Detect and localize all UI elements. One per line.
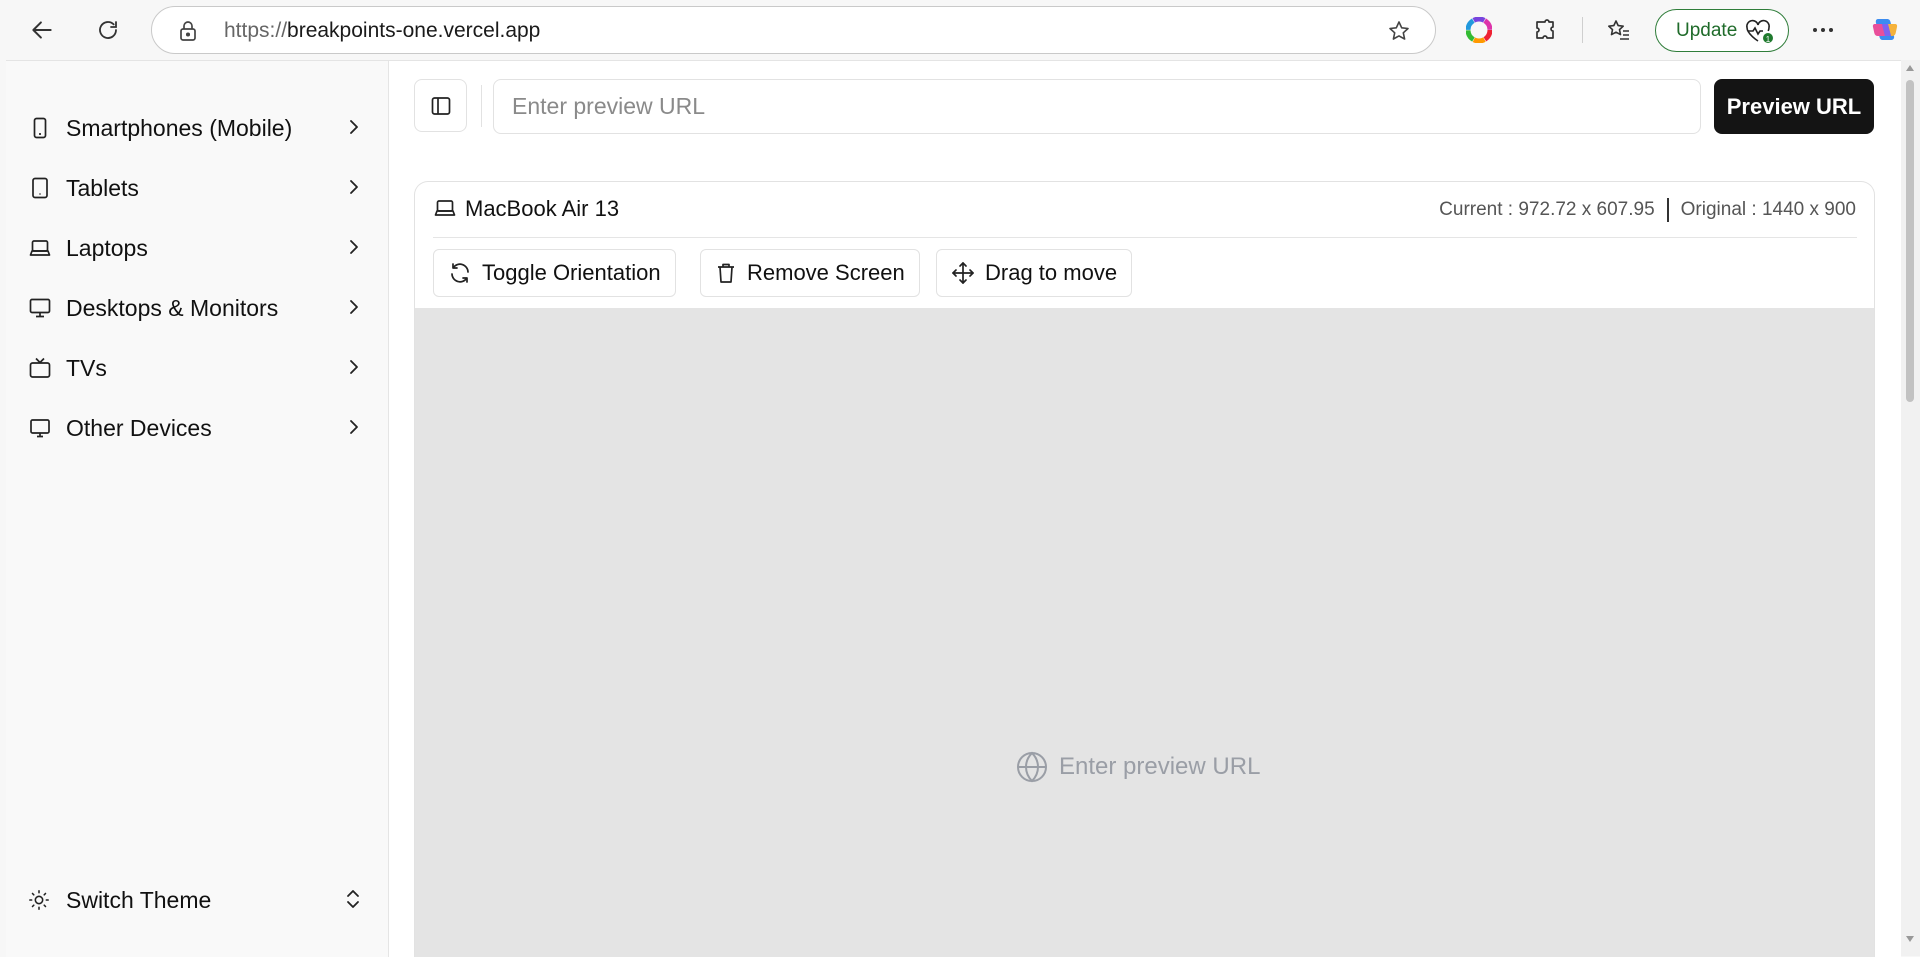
device-card-header: MacBook Air 13 Current : 972.72 x 607.95… bbox=[415, 182, 1874, 237]
tv-icon bbox=[29, 357, 51, 378]
extensions-button[interactable] bbox=[1525, 10, 1565, 50]
header-divider bbox=[433, 237, 1857, 238]
sun-icon bbox=[29, 890, 49, 910]
favorites-button[interactable] bbox=[1599, 10, 1639, 50]
preview-url-button[interactable]: Preview URL bbox=[1714, 79, 1874, 134]
preview-url-input[interactable] bbox=[493, 79, 1701, 134]
device-dimensions: Current : 972.72 x 607.95 Original : 144… bbox=[1439, 198, 1856, 222]
toolbar-separator bbox=[481, 85, 482, 127]
remove-screen-label: Remove Screen bbox=[747, 260, 905, 285]
original-dimensions: Original : 1440 x 900 bbox=[1680, 199, 1856, 220]
heartbeat-icon: 1 bbox=[1746, 19, 1773, 44]
toggle-sidebar-button[interactable] bbox=[414, 79, 467, 132]
switch-theme-label: Switch Theme bbox=[66, 887, 212, 913]
laptop-icon bbox=[434, 200, 456, 216]
chevrons-up-down-icon bbox=[347, 890, 359, 908]
drag-to-move-label: Drag to move bbox=[985, 260, 1118, 285]
more-dots-icon bbox=[1813, 28, 1833, 32]
sidebar-item-label: Laptops bbox=[66, 235, 148, 261]
toggle-orientation-button[interactable]: Toggle Orientation bbox=[433, 249, 676, 297]
current-dimensions: Current : 972.72 x 607.95 bbox=[1439, 199, 1655, 220]
app-window: Smartphones (Mobile) Tablets Laptops Des… bbox=[6, 60, 1901, 957]
chevron-right-icon bbox=[350, 120, 358, 134]
color-extension-button[interactable] bbox=[1459, 10, 1499, 50]
address-url: https://breakpoints-one.vercel.app bbox=[224, 19, 540, 43]
device-name: MacBook Air 13 bbox=[465, 196, 620, 221]
trash-icon bbox=[718, 263, 734, 283]
browser-toolbar: https://breakpoints-one.vercel.app Updat… bbox=[0, 0, 1920, 60]
sidebar-item-desktops[interactable]: Desktops & Monitors bbox=[6, 279, 389, 335]
reload-icon bbox=[99, 21, 117, 39]
smartphone-icon bbox=[33, 117, 47, 139]
preview-url-label: Preview URL bbox=[1726, 93, 1862, 119]
url-scheme: https:// bbox=[224, 19, 288, 42]
switch-theme-button[interactable]: Switch Theme bbox=[6, 871, 389, 927]
svg-text:1: 1 bbox=[1766, 35, 1771, 44]
page-scrollbar[interactable] bbox=[1901, 60, 1920, 956]
device-screen-viewport: Enter preview URL bbox=[415, 308, 1874, 957]
sidebar-panel-icon bbox=[431, 96, 450, 115]
tablet-icon bbox=[32, 177, 48, 199]
sidebar-item-label: Tablets bbox=[66, 175, 139, 201]
sidebar-item-other-devices[interactable]: Other Devices bbox=[6, 399, 389, 455]
empty-preview-message: Enter preview URL bbox=[1015, 750, 1260, 784]
globe-icon bbox=[1017, 751, 1047, 783]
url-host: breakpoints-one.vercel.app bbox=[287, 19, 541, 42]
move-arrows-icon bbox=[952, 262, 974, 284]
sidebar-item-label: Smartphones (Mobile) bbox=[66, 115, 293, 141]
scrollbar-thumb[interactable] bbox=[1906, 80, 1914, 402]
sidebar-item-label: TVs bbox=[66, 355, 107, 381]
toggle-orientation-label: Toggle Orientation bbox=[482, 260, 661, 285]
address-bar[interactable]: https://breakpoints-one.vercel.app bbox=[151, 6, 1436, 54]
scroll-down-arrow-icon[interactable] bbox=[1906, 936, 1914, 942]
scroll-up-arrow-icon[interactable] bbox=[1906, 65, 1914, 71]
more-menu-button[interactable] bbox=[1803, 10, 1843, 50]
empty-preview-text: Enter preview URL bbox=[1059, 753, 1261, 780]
sidebar-item-smartphones[interactable]: Smartphones (Mobile) bbox=[6, 99, 389, 155]
chevron-right-icon bbox=[350, 360, 358, 374]
sidebar-item-label: Desktops & Monitors bbox=[66, 295, 279, 321]
monitor-icon bbox=[29, 298, 51, 318]
update-button[interactable]: Update 1 bbox=[1655, 9, 1789, 52]
sidebar-item-laptops[interactable]: Laptops bbox=[6, 219, 389, 275]
rotate-icon bbox=[451, 263, 469, 283]
back-arrow-icon bbox=[32, 21, 52, 39]
chevron-right-icon bbox=[350, 180, 358, 194]
dimensions-divider bbox=[1666, 198, 1669, 222]
color-wheel-icon bbox=[1466, 17, 1492, 43]
puzzle-icon bbox=[1536, 19, 1554, 39]
device-icon bbox=[30, 419, 50, 438]
chevron-right-icon bbox=[350, 300, 358, 314]
back-button[interactable] bbox=[22, 10, 62, 50]
favorites-list-icon bbox=[1608, 20, 1629, 40]
copilot-icon bbox=[1872, 19, 1898, 40]
update-label: Update bbox=[1676, 19, 1738, 41]
lock-icon bbox=[180, 21, 196, 41]
chevron-right-icon bbox=[350, 240, 358, 254]
device-screen-card: MacBook Air 13 Current : 972.72 x 607.95… bbox=[414, 181, 1875, 957]
drag-handle-button[interactable]: Drag to move bbox=[936, 249, 1133, 297]
main-content: Preview URL MacBook Air 13 Current : 972… bbox=[389, 61, 1901, 957]
sidebar-item-label: Other Devices bbox=[66, 415, 212, 441]
favorite-star-icon[interactable] bbox=[1387, 19, 1411, 43]
laptop-icon bbox=[29, 240, 51, 256]
sidebar-item-tvs[interactable]: TVs bbox=[6, 339, 389, 395]
chevron-right-icon bbox=[350, 420, 358, 434]
device-sidebar: Smartphones (Mobile) Tablets Laptops Des… bbox=[6, 61, 389, 957]
remove-screen-button[interactable]: Remove Screen bbox=[700, 249, 920, 297]
copilot-button[interactable] bbox=[1865, 10, 1905, 50]
toolbar-divider bbox=[1582, 17, 1583, 43]
reload-button[interactable] bbox=[88, 10, 128, 50]
sidebar-item-tablets[interactable]: Tablets bbox=[6, 159, 389, 215]
